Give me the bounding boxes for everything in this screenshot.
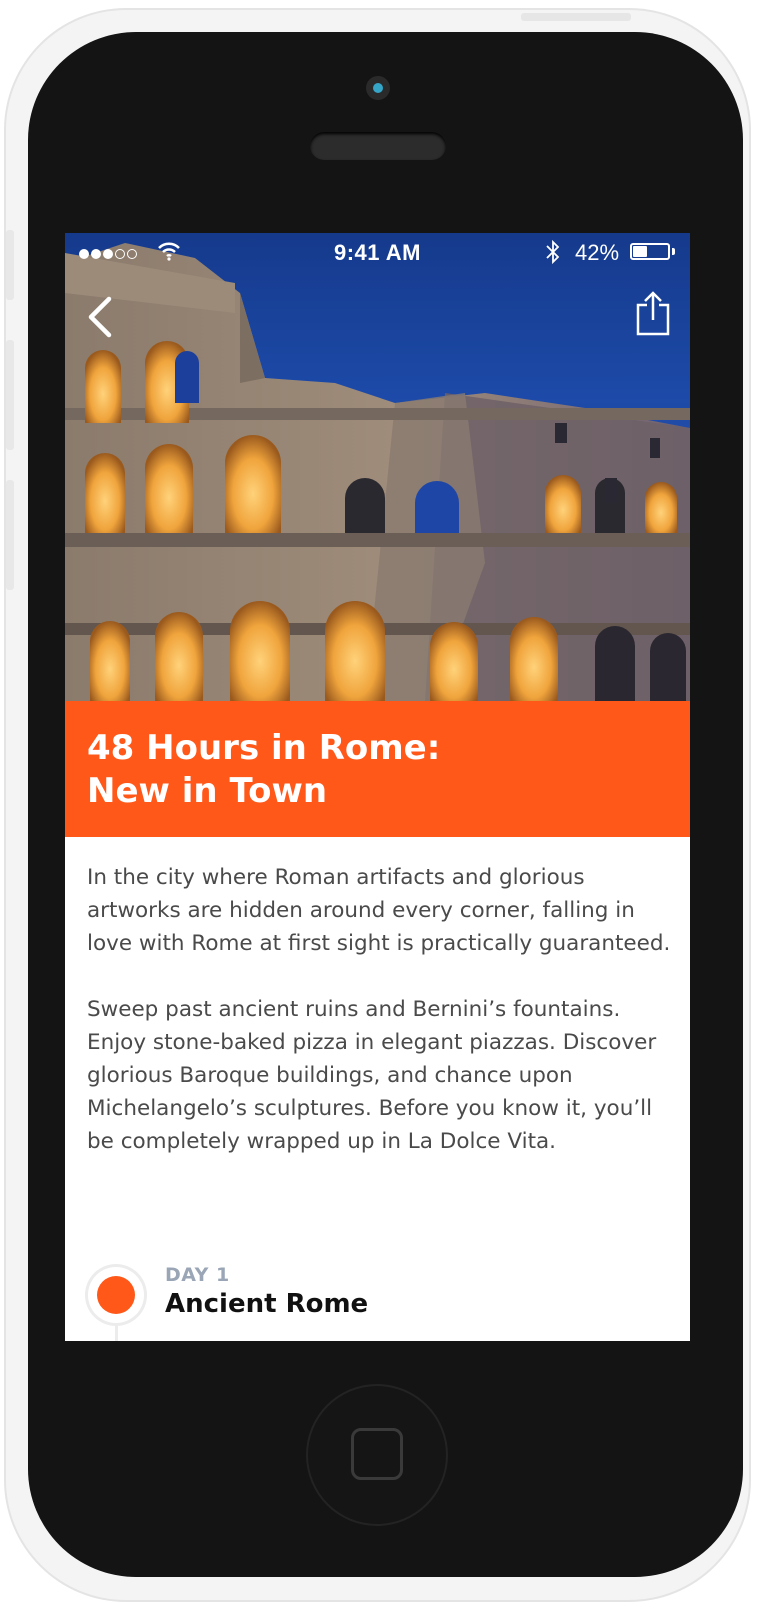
volume-up-button: [6, 340, 14, 450]
article-title-banner: 48 Hours in Rome: New in Town: [65, 701, 690, 837]
article-title-line-2: New in Town: [87, 771, 328, 811]
bluetooth-icon: [546, 239, 560, 265]
article-title: 48 Hours in Rome: New in Town: [87, 727, 440, 813]
battery-tip: [672, 248, 675, 255]
itinerary-day-item[interactable]: DAY 1 Ancient Rome: [65, 1263, 690, 1341]
front-camera: [366, 76, 390, 100]
app-screen: 9:41 AM 42% 48 Hours in Rome: New in Tow…: [65, 233, 690, 1341]
timeline-line: [115, 1326, 118, 1341]
article-body: In the city where Roman artifacts and gl…: [87, 861, 672, 1191]
mute-switch: [6, 230, 14, 300]
battery-icon: [630, 243, 670, 260]
article-paragraph: In the city where Roman artifacts and gl…: [87, 865, 671, 956]
article-paragraph: Sweep past ancient ruins and Bernini’s f…: [87, 997, 657, 1154]
power-button: [521, 13, 631, 21]
earpiece-speaker: [310, 132, 446, 160]
colosseum-illustration: [65, 243, 690, 701]
day-label: DAY 1: [165, 1264, 230, 1286]
battery-percentage: 42%: [575, 240, 620, 265]
volume-down-button: [6, 480, 14, 590]
status-bar: 9:41 AM 42%: [65, 233, 690, 273]
share-button[interactable]: [635, 291, 671, 337]
home-button[interactable]: [306, 1384, 448, 1526]
timeline-marker: [88, 1267, 144, 1323]
timeline-dot: [97, 1276, 135, 1314]
back-button[interactable]: [85, 295, 115, 339]
article-title-line-1: 48 Hours in Rome:: [87, 728, 441, 768]
day-title: Ancient Rome: [165, 1289, 369, 1319]
hero-image: 9:41 AM 42%: [65, 233, 690, 701]
